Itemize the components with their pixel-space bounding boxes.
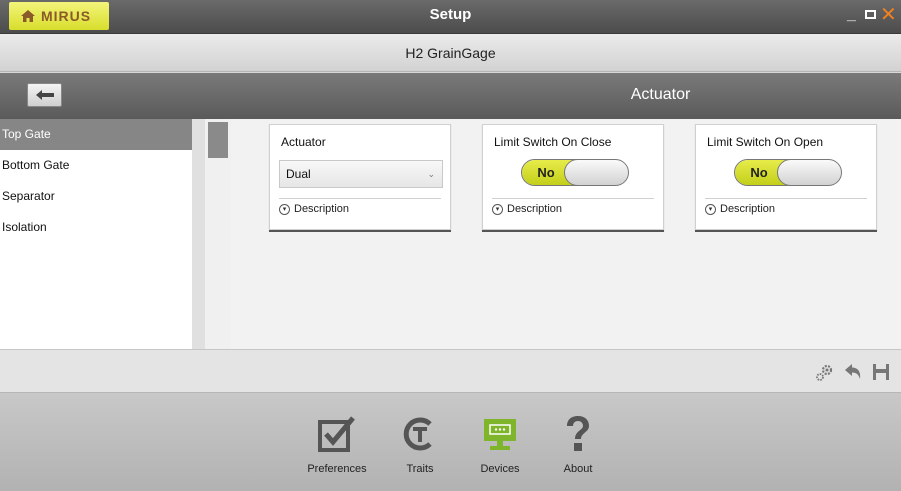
nav-label: Preferences (307, 463, 367, 475)
sidebar-item-label: Separator (2, 189, 55, 203)
description-label: Description (720, 203, 776, 215)
limit-close-card: Limit Switch On Close No ▾ Description (482, 124, 664, 232)
toggle-knob (564, 160, 628, 185)
nav-devices[interactable]: Devices (465, 413, 535, 475)
checkbox-icon (302, 413, 372, 455)
maximize-button[interactable] (864, 5, 878, 25)
divider (705, 198, 867, 199)
nav-label: About (563, 463, 593, 475)
actuator-card: Actuator Dual ⌄ ▾ Description (269, 124, 451, 232)
save-icon[interactable] (871, 362, 891, 382)
section-title: Actuator (630, 86, 691, 103)
undo-icon[interactable] (843, 362, 863, 382)
nav-preferences[interactable]: Preferences (302, 413, 372, 475)
nav-traits[interactable]: Traits (385, 413, 455, 475)
question-icon (543, 413, 613, 455)
card-underline (269, 230, 451, 232)
back-button[interactable] (27, 83, 62, 107)
toggle-knob (777, 160, 841, 185)
monitor-icon (465, 413, 535, 455)
limit-close-toggle[interactable]: No (521, 159, 629, 186)
actuator-select[interactable]: Dual ⌄ (279, 160, 443, 188)
description-label: Description (294, 203, 350, 215)
limit-open-toggle[interactable]: No (734, 159, 842, 186)
sidebar-item-isolation[interactable]: Isolation (0, 212, 204, 243)
card-title: Limit Switch On Open (707, 135, 824, 149)
divider (492, 198, 654, 199)
sidebar-item-label: Bottom Gate (2, 158, 70, 172)
card-underline (695, 230, 877, 232)
maximize-icon (865, 10, 876, 19)
list-scrollbar[interactable] (205, 119, 231, 349)
bottom-navigation: Preferences Traits Devices About (0, 393, 901, 491)
expand-circle-icon: ▾ (492, 203, 503, 215)
expand-circle-icon: ▾ (279, 203, 290, 215)
nav-about[interactable]: About (543, 413, 613, 475)
expand-circle-icon: ▾ (705, 203, 716, 215)
nav-label: Traits (406, 463, 434, 475)
description-toggle[interactable]: ▾ Description (279, 203, 349, 215)
list-gutter (192, 119, 205, 349)
card-title: Actuator (281, 135, 326, 149)
nav-label: Devices (480, 463, 520, 475)
close-button[interactable]: ✕ (880, 5, 898, 25)
category-list: Top Gate Bottom Gate Separator Isolation (0, 119, 205, 349)
section-header: Actuator (0, 73, 901, 119)
back-arrow-icon (35, 90, 54, 100)
description-toggle[interactable]: ▾ Description (705, 203, 775, 215)
select-value: Dual (286, 167, 311, 181)
title-bar: MIRUS Setup _ ✕ (0, 0, 901, 34)
card-title: Limit Switch On Close (494, 135, 612, 149)
window-title: Setup (429, 6, 472, 23)
sidebar-item-label: Isolation (2, 220, 47, 234)
gears-icon[interactable] (815, 362, 835, 382)
sidebar-item-bottom-gate[interactable]: Bottom Gate (0, 150, 204, 181)
scroll-thumb[interactable] (208, 122, 228, 158)
sidebar-item-top-gate[interactable]: Top Gate (0, 119, 204, 150)
divider (279, 198, 441, 199)
device-name: H2 GrainGage (0, 34, 901, 72)
limit-open-card: Limit Switch On Open No ▾ Description (695, 124, 877, 232)
settings-panel: Actuator Dual ⌄ ▾ Description Limit Swit… (231, 119, 901, 349)
description-label: Description (507, 203, 563, 215)
card-underline (482, 230, 664, 232)
minimize-button[interactable]: _ (847, 5, 861, 25)
action-toolbar (0, 349, 901, 393)
traits-icon (385, 413, 455, 455)
chevron-down-icon: ⌄ (427, 169, 435, 179)
description-toggle[interactable]: ▾ Description (492, 203, 562, 215)
sidebar-item-separator[interactable]: Separator (0, 181, 204, 212)
sidebar-item-label: Top Gate (2, 127, 51, 141)
